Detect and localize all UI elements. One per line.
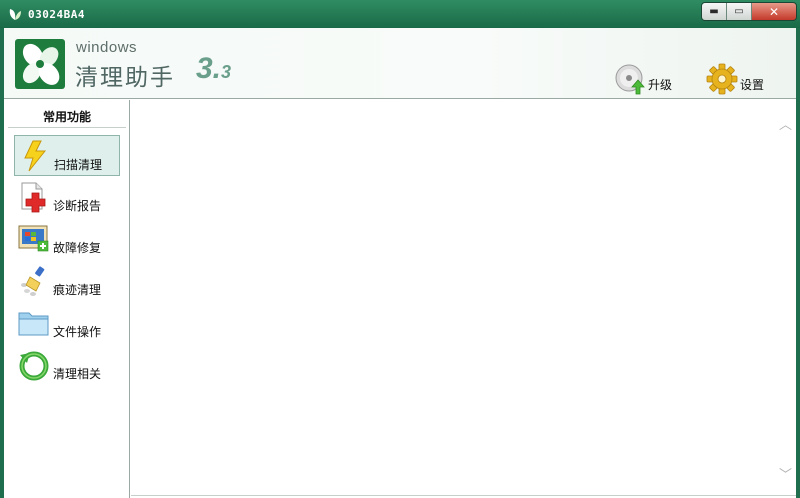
window-controls: ▬ ▭ ✕ [701, 2, 797, 21]
sidebar-title: 常用功能 [8, 108, 126, 128]
upgrade-disc-icon [615, 64, 645, 95]
sidebar-item-scan-clean[interactable]: 扫描清理 [14, 135, 120, 176]
version-minor: 3 [221, 62, 232, 82]
settings-label: 设置 [740, 78, 765, 92]
app-leaf-icon [9, 9, 21, 20]
app-header: windows 清理助手 3.3 升级 设置 [4, 28, 796, 99]
window-title: 03024BA4 [28, 8, 85, 21]
scroll-up-button[interactable]: ︿ [779, 114, 792, 133]
upgrade-button[interactable]: 升级 [614, 61, 672, 95]
upgrade-label: 升级 [648, 78, 673, 92]
sidebar-item-label: 文件操作 [53, 325, 102, 339]
folder-icon [18, 312, 49, 336]
logo-product-name: 清理助手 [75, 65, 175, 91]
minimize-button[interactable]: ▬ [702, 3, 727, 20]
close-button[interactable]: ✕ [752, 3, 796, 20]
logo-flower-icon [15, 39, 65, 89]
sidebar-item-label: 扫描清理 [54, 158, 103, 172]
monitor-repair-icon [18, 225, 49, 252]
version-major: 3. [196, 52, 222, 85]
lightning-icon [24, 140, 47, 172]
content-bottom-divider [131, 495, 796, 496]
logo-windows-text: windows [76, 39, 138, 56]
sidebar-item-clean-related[interactable]: 清理相关 [14, 345, 120, 386]
report-icon [21, 182, 46, 213]
sidebar-item-label: 清理相关 [53, 367, 102, 381]
logo-version: 3.3 [196, 52, 231, 86]
sidebar-item-fault-repair[interactable]: 故障修复 [14, 219, 120, 260]
title-bar: 03024BA4 ▬ ▭ ✕ [0, 0, 800, 28]
sidebar-item-label: 诊断报告 [53, 199, 102, 213]
gear-icon [706, 63, 738, 95]
broom-icon [21, 266, 45, 296]
sidebar-item-label: 故障修复 [53, 241, 102, 255]
sidebar-item-label: 痕迹清理 [53, 283, 102, 297]
scroll-down-button[interactable]: ﹀ [779, 464, 792, 483]
sidebar-item-file-operations[interactable]: 文件操作 [14, 303, 120, 344]
sidebar-item-diagnostic-report[interactable]: 诊断报告 [14, 177, 120, 218]
refresh-icon [19, 351, 49, 381]
settings-button[interactable]: 设置 [706, 61, 764, 95]
main-content-panel: ︿ ﹀ [131, 100, 796, 495]
sidebar-item-trace-clean[interactable]: 痕迹清理 [14, 261, 120, 302]
client-area: windows 清理助手 3.3 升级 设置 常用功能 扫描清理 诊断报告 故障… [4, 28, 796, 498]
maximize-button[interactable]: ▭ [727, 3, 752, 20]
sidebar: 常用功能 扫描清理 诊断报告 故障修复 痕迹清理 文件操作 清理相关 [4, 100, 130, 498]
